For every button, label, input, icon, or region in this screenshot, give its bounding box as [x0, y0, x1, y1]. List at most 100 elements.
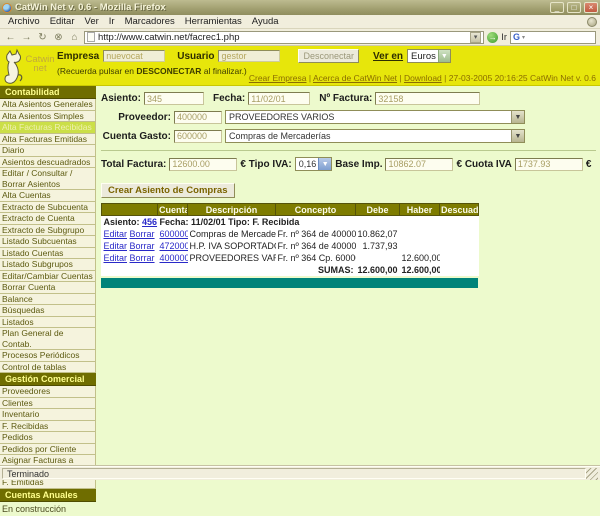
- sidebar-item-inventario[interactable]: Inventario: [0, 409, 96, 421]
- google-icon[interactable]: G: [513, 32, 520, 42]
- sidebar-item-extracto-de-cuenta[interactable]: Extracto de Cuenta: [0, 213, 96, 225]
- menu-ver[interactable]: Ver: [80, 15, 104, 28]
- ver-en-link[interactable]: Ver en: [373, 51, 403, 62]
- cuenta-link[interactable]: 600000: [160, 229, 188, 239]
- sidebar-item-control-de-tablas[interactable]: Control de tablas: [0, 361, 96, 373]
- usuario-label: Usuario: [177, 50, 215, 62]
- resize-grip[interactable]: [586, 467, 598, 480]
- sidebar-item-procesos-peri-dicos[interactable]: Procesos Periódicos: [0, 350, 96, 362]
- empresa-input[interactable]: [103, 50, 166, 62]
- cuenta-gasto-dropdown-icon[interactable]: ▼: [511, 130, 524, 142]
- num-factura-input[interactable]: [375, 92, 481, 105]
- tipo-iva-dropdown-icon[interactable]: ▼: [318, 158, 332, 170]
- sidebar-item-alta-facturas-emitidas[interactable]: Alta Facturas Emitidas: [0, 133, 96, 145]
- total-factura-input[interactable]: [169, 157, 238, 171]
- sidebar-item-extracto-de-subgrupo[interactable]: Extracto de Subgrupo: [0, 224, 96, 236]
- url-input[interactable]: [98, 31, 468, 43]
- edit-link[interactable]: Editar: [104, 253, 128, 263]
- cuenta-link[interactable]: 472000: [160, 241, 188, 251]
- currency-select[interactable]: Euros ▼: [407, 49, 451, 63]
- delete-link[interactable]: Borrar: [130, 229, 155, 239]
- delete-link[interactable]: Borrar: [130, 241, 155, 251]
- sidebar-item-proveedores[interactable]: Proveedores: [0, 386, 96, 398]
- back-icon[interactable]: ←: [4, 31, 17, 44]
- currency-dropdown-icon[interactable]: ▼: [437, 50, 450, 62]
- menu-ayuda[interactable]: Ayuda: [247, 15, 284, 28]
- edit-link[interactable]: Editar: [104, 229, 128, 239]
- maximize-button[interactable]: □: [567, 2, 581, 13]
- disconnect-button[interactable]: Desconectar: [298, 49, 360, 63]
- sidebar-item-asientos-descuadrados[interactable]: Asientos descuadrados: [0, 156, 96, 168]
- sidebar-item-b-squedas[interactable]: Búsquedas: [0, 305, 96, 317]
- sidebar-item-f-recibidas[interactable]: F. Recibidas: [0, 420, 96, 432]
- totals-row: Total Factura: € Tipo IVA: 0,16 ▼ Base I…: [101, 157, 596, 171]
- menu-ir[interactable]: Ir: [104, 15, 120, 28]
- entry-asiento-link[interactable]: 456: [142, 217, 157, 227]
- base-imp-input[interactable]: [385, 157, 454, 171]
- header-link-acerca-de-catwin-net[interactable]: Acerca de CatWin Net: [313, 73, 397, 83]
- sidebar-item-listado-subgrupos[interactable]: Listado Subgrupos: [0, 259, 96, 271]
- sidebar-item-listado-subcuentas[interactable]: Listado Subcuentas: [0, 236, 96, 248]
- edit-link[interactable]: Editar: [104, 241, 128, 251]
- proveedor-dropdown-icon[interactable]: ▼: [511, 111, 524, 123]
- go-icon[interactable]: →: [487, 31, 499, 43]
- proveedor-code-input[interactable]: [174, 110, 222, 124]
- sidebar-item-borrar-cuenta[interactable]: Borrar Cuenta: [0, 282, 96, 294]
- menu-archivo[interactable]: Archivo: [3, 15, 45, 28]
- sidebar-item-alta-cuentas[interactable]: Alta Cuentas: [0, 190, 96, 202]
- cuenta-gasto-select[interactable]: Compras de Mercaderías ▼: [225, 129, 525, 143]
- sidebar-item-listados[interactable]: Listados: [0, 316, 96, 328]
- sidebar-item-diario[interactable]: Diario: [0, 145, 96, 157]
- usuario-input[interactable]: [218, 50, 281, 62]
- menu-marcadores[interactable]: Marcadores: [120, 15, 180, 28]
- sidebar-item-clientes[interactable]: Clientes: [0, 397, 96, 409]
- tipo-iva-label: € Tipo IVA:: [240, 158, 292, 170]
- cuenta-gasto-code-input[interactable]: [174, 129, 222, 143]
- sidebar-item-alta-asientos-simples[interactable]: Alta Asientos Simples: [0, 110, 96, 122]
- sidebar-item-pedidos-por-cliente[interactable]: Pedidos por Cliente: [0, 443, 96, 455]
- minimize-button[interactable]: _: [550, 2, 564, 13]
- tipo-iva-select[interactable]: 0,16 ▼: [294, 157, 333, 171]
- forward-icon[interactable]: →: [20, 31, 33, 44]
- sidebar-item-alta-facturas-recibidas[interactable]: Alta Facturas Recibidas: [0, 122, 96, 134]
- debe-cell: 10.862,07: [357, 228, 398, 239]
- sums-descuadre-cell: [440, 264, 479, 276]
- menu-editar[interactable]: Editar: [45, 15, 80, 28]
- sidebar-item-extracto-de-subcuenta[interactable]: Extracto de Subcuenta: [0, 201, 96, 213]
- home-icon[interactable]: ⌂: [68, 31, 81, 44]
- sidebar-item-plan-general-de-contab[interactable]: Plan General de Contab.: [0, 328, 96, 350]
- sidebar-item-editar-consultar-borrar-asientos[interactable]: Editar / Consultar / Borrar Asientos: [0, 168, 96, 190]
- cuota-iva-input[interactable]: [514, 157, 583, 171]
- reload-icon[interactable]: ↻: [36, 31, 49, 44]
- entries-table: Cuenta Descripción Concepto Debe Haber Descua…: [101, 203, 479, 276]
- url-dropdown-icon[interactable]: ▾: [470, 31, 482, 43]
- header-link-crear-empresa[interactable]: Crear Empresa: [249, 73, 307, 83]
- search-input[interactable]: [527, 31, 600, 43]
- table-row: Editar Borrar 472000 H.P. IVA SOPORTADO Fr.…: [102, 240, 479, 252]
- sidebar-section-contabilidad: Contabilidad: [0, 86, 96, 99]
- create-entry-button[interactable]: Crear Asiento de Compras: [101, 183, 235, 198]
- header-link-download[interactable]: Download: [404, 73, 442, 83]
- currency-value: Euros: [411, 50, 436, 62]
- session-form: Empresa Usuario Desconectar Ver en Euros…: [57, 49, 451, 63]
- search-engine-dropdown-icon[interactable]: ▾: [522, 34, 525, 41]
- stop-icon[interactable]: ⊗: [52, 31, 65, 44]
- base-imp-label: Base Imp.: [335, 158, 383, 170]
- sidebar-item-editar-cambiar-cuentas[interactable]: Editar/Cambiar Cuentas: [0, 270, 96, 282]
- column-header-descuadre: Descuadre: [439, 203, 479, 216]
- fecha-input[interactable]: [248, 92, 311, 105]
- go-button[interactable]: Ir: [501, 32, 507, 43]
- asiento-input[interactable]: [144, 92, 204, 105]
- sidebar-item-listado-cuentas[interactable]: Listado Cuentas: [0, 247, 96, 259]
- entry-info-rest: Fecha: 11/02/01 Tipo: F. Recibida: [157, 216, 300, 227]
- sidebar-item-pedidos[interactable]: Pedidos: [0, 432, 96, 444]
- menu-herramientas[interactable]: Herramientas: [180, 15, 247, 28]
- sidebar-item-alta-asientos-generales[interactable]: Alta Asientos Generales: [0, 99, 96, 111]
- proveedor-select[interactable]: PROVEEDORES VARIOS ▼: [225, 110, 525, 124]
- cuenta-link[interactable]: 400000: [160, 253, 188, 263]
- delete-link[interactable]: Borrar: [130, 253, 155, 263]
- sidebar-item-balance[interactable]: Balance: [0, 293, 96, 305]
- close-button[interactable]: ×: [584, 2, 598, 13]
- haber-cell: [400, 228, 440, 240]
- num-factura-label: Nº Factura:: [319, 93, 373, 104]
